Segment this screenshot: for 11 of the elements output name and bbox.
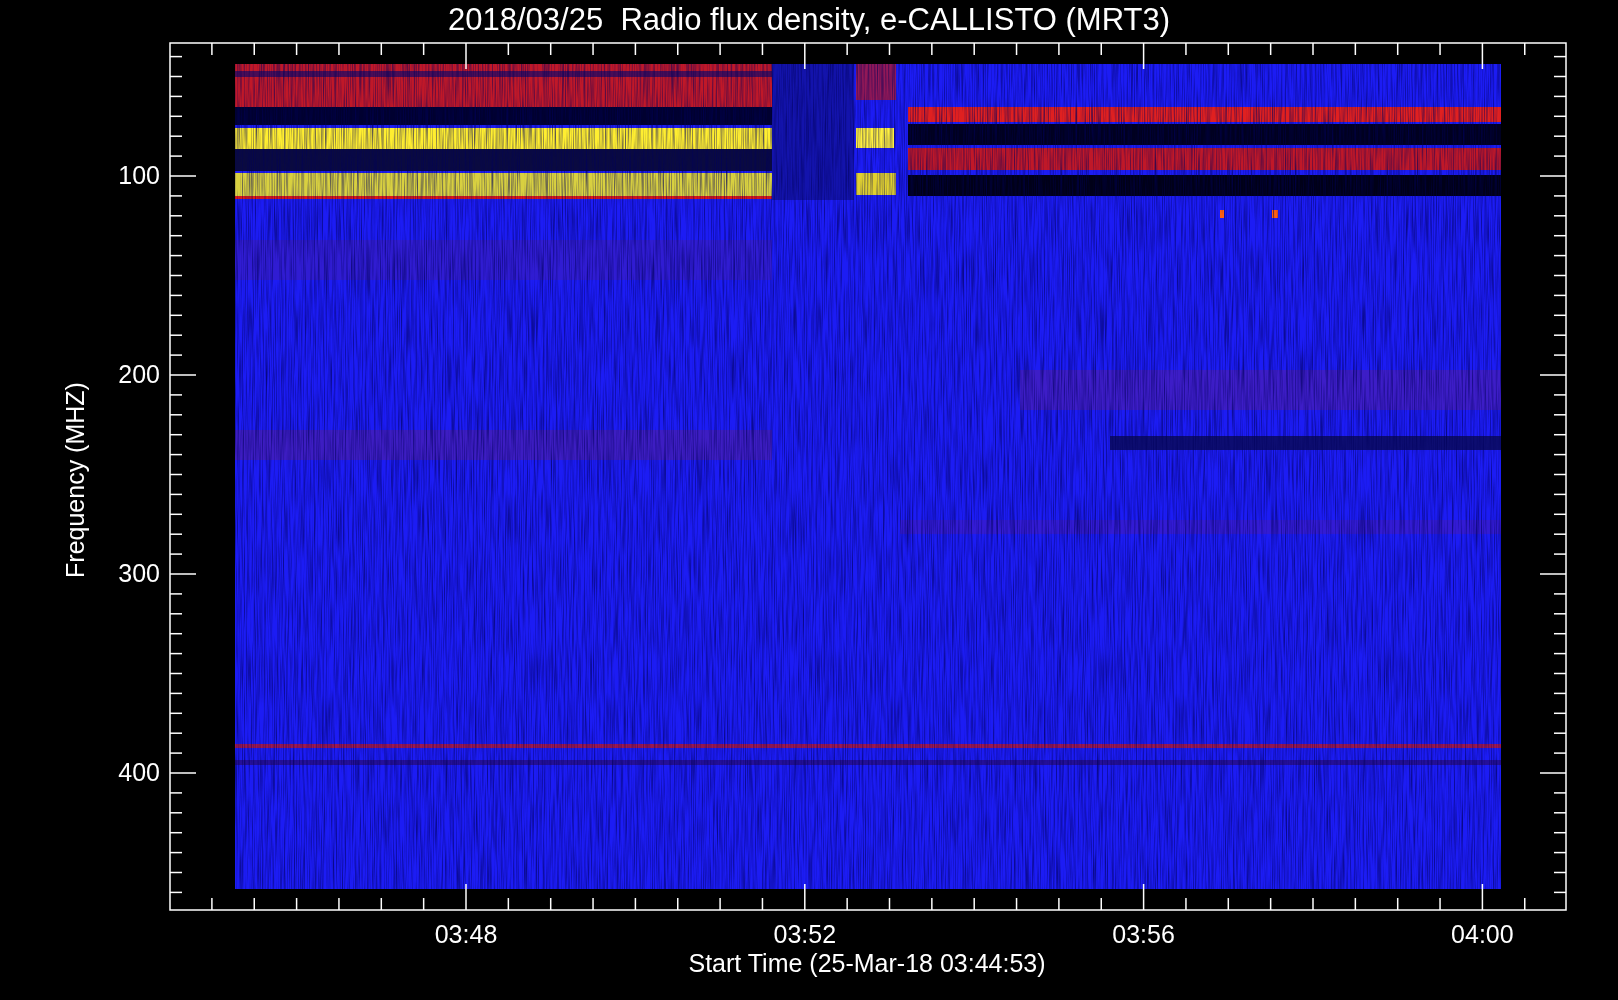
x-tick-label: 03:48 — [433, 922, 499, 947]
x-axis-label: Start Time (25-Mar-18 03:44:53) — [687, 951, 1047, 976]
x-tick-label: 04:00 — [1450, 922, 1515, 947]
x-tick-label: 03:56 — [1111, 922, 1176, 947]
x-tick-label: 03:52 — [772, 922, 838, 947]
y-axis-label: Frequency (MHZ) — [62, 382, 88, 578]
y-tick-label: 400 — [117, 760, 160, 785]
y-tick-label: 300 — [117, 561, 160, 586]
y-tick-label: 200 — [117, 362, 160, 387]
chart-title: 2018/03/25 Radio flux density, e-CALLISTO (MRT3) — [447, 4, 1171, 35]
y-tick-label: 100 — [117, 163, 160, 188]
